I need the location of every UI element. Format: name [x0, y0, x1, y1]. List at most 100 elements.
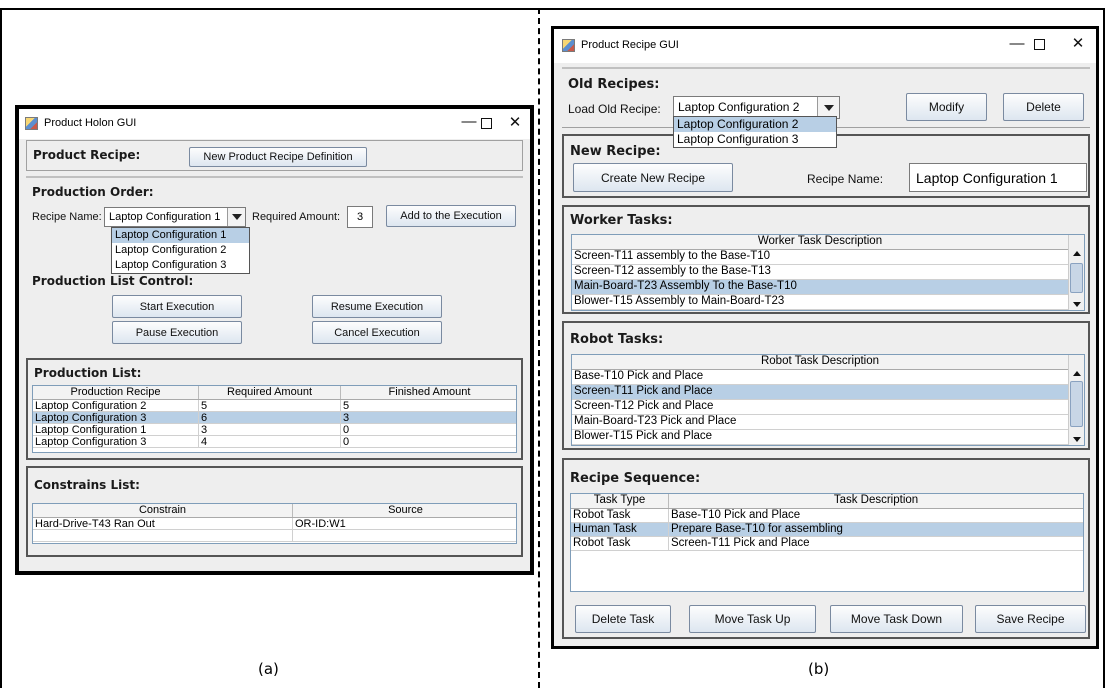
table-row[interactable]: Screen-T12 Pick and Place: [572, 400, 1068, 415]
add-to-execution-button[interactable]: Add to the Execution: [386, 205, 516, 227]
title-bar: Product Recipe GUI — ✕: [554, 29, 1096, 63]
minimize-icon[interactable]: —: [1007, 35, 1027, 52]
recipe-option[interactable]: Laptop Configuration 3: [112, 258, 249, 273]
scroll-down-icon[interactable]: [1069, 298, 1084, 310]
move-task-down-button[interactable]: Move Task Down: [830, 605, 963, 633]
cell-source: [293, 530, 516, 541]
cell-finished: 3: [341, 412, 516, 423]
table-row[interactable]: Main-Board-T23 Pick and Place: [572, 415, 1068, 430]
cell-required: 6: [199, 412, 341, 423]
old-recipe-option[interactable]: Laptop Configuration 3: [674, 132, 836, 147]
production-list-table[interactable]: Production Recipe Required Amount Finish…: [32, 385, 517, 453]
worker-tasks-table[interactable]: Worker Task Description Screen-T11 assem…: [571, 234, 1085, 311]
column-header[interactable]: Production Recipe: [33, 386, 199, 399]
worker-task-cell: Blower-T15 Assembly to Main-Board-T23: [574, 295, 785, 307]
worker-task-cell: Screen-T12 assembly to the Base-T13: [574, 265, 771, 277]
table-row[interactable]: Laptop Configuration 2 5 5: [33, 400, 516, 412]
robot-tasks-table[interactable]: Robot Task Description Base-T10 Pick and…: [571, 354, 1085, 446]
column-header[interactable]: Task Type: [571, 494, 669, 508]
robot-task-cell: Base-T10 Pick and Place: [574, 370, 704, 382]
resume-execution-button[interactable]: Resume Execution: [312, 295, 442, 318]
recipe-sequence-title: Recipe Sequence:: [570, 471, 701, 486]
maximize-icon[interactable]: [481, 118, 492, 129]
pause-execution-button[interactable]: Pause Execution: [112, 321, 242, 344]
table-header: Task Type Task Description: [571, 494, 1083, 509]
table-row[interactable]: Blower-T15 Assembly to Main-Board-T23: [572, 295, 1068, 310]
product-recipe-window: Product Recipe GUI — ✕ Old Recipes: Load…: [551, 26, 1099, 649]
start-execution-button[interactable]: Start Execution: [112, 295, 242, 318]
scroll-thumb[interactable]: [1070, 263, 1083, 293]
delete-button[interactable]: Delete: [1003, 93, 1084, 121]
column-header[interactable]: Robot Task Description: [572, 355, 1068, 369]
maximize-icon[interactable]: [1034, 39, 1045, 50]
cancel-execution-button[interactable]: Cancel Execution: [312, 321, 442, 344]
table-row[interactable]: Base-T10 Pick and Place: [572, 370, 1068, 385]
table-row[interactable]: Hard-Drive-T43 Ran Out OR-ID:W1: [33, 518, 516, 530]
table-row[interactable]: Screen-T11 assembly to the Base-T10: [572, 250, 1068, 265]
constraints-table[interactable]: Constrain Source Hard-Drive-T43 Ran Out …: [32, 503, 517, 544]
create-new-recipe-button[interactable]: Create New Recipe: [573, 163, 733, 192]
scroll-up-icon[interactable]: [1069, 367, 1084, 379]
delete-task-button[interactable]: Delete Task: [575, 605, 671, 633]
cell-recipe: Laptop Configuration 2: [33, 400, 199, 411]
robot-task-cell: Screen-T12 Pick and Place: [574, 400, 714, 412]
task-type-cell: Robot Task: [571, 509, 669, 522]
robot-task-cell: Screen-T11 Pick and Place: [574, 385, 713, 397]
worker-tasks-title: Worker Tasks:: [570, 213, 673, 228]
save-recipe-button[interactable]: Save Recipe: [975, 605, 1086, 633]
column-header[interactable]: Constrain: [33, 504, 293, 517]
column-header[interactable]: Finished Amount: [341, 386, 516, 399]
move-task-up-button[interactable]: Move Task Up: [689, 605, 816, 633]
production-list-title: Production List:: [34, 366, 142, 380]
scrollbar[interactable]: [1068, 235, 1084, 310]
scroll-up-icon[interactable]: [1069, 247, 1084, 259]
table-header: Constrain Source: [33, 504, 516, 518]
recipe-sequence-table[interactable]: Task Type Task Description Robot Task Ba…: [570, 493, 1084, 592]
required-amount-field[interactable]: 3: [347, 206, 373, 228]
production-list-control-title: Production List Control:: [32, 274, 194, 288]
table-row[interactable]: Main-Board-T23 Assembly To the Base-T10: [572, 280, 1068, 295]
column-header[interactable]: Required Amount: [199, 386, 341, 399]
column-header[interactable]: Source: [293, 504, 516, 517]
table-row[interactable]: Blower-T15 Pick and Place: [572, 430, 1068, 445]
close-icon[interactable]: ✕: [1068, 34, 1088, 52]
table-row[interactable]: Laptop Configuration 3 4 0: [33, 436, 516, 448]
modify-button[interactable]: Modify: [906, 93, 987, 121]
caption-b: (b): [808, 660, 830, 678]
recipe-name-field[interactable]: Laptop Configuration 1: [909, 163, 1087, 192]
task-type-cell: Human Task: [571, 523, 669, 536]
table-row[interactable]: Laptop Configuration 1 3 0: [33, 424, 516, 436]
product-holon-window: Product Holon GUI — ✕ Product Recipe: Ne…: [15, 105, 534, 575]
minimize-icon[interactable]: —: [459, 113, 479, 130]
recipe-option[interactable]: Laptop Configuration 1: [112, 228, 249, 243]
cell-finished: 5: [341, 400, 516, 411]
new-product-recipe-button[interactable]: New Product Recipe Definition: [189, 147, 367, 167]
recipe-option[interactable]: Laptop Configuration 2: [112, 243, 249, 258]
table-row[interactable]: [33, 530, 516, 542]
scroll-thumb[interactable]: [1070, 381, 1083, 427]
cell-finished: 0: [341, 424, 516, 435]
table-row[interactable]: Laptop Configuration 3 6 3: [33, 412, 516, 424]
product-recipe-panel: Product Recipe: New Product Recipe Defin…: [26, 140, 523, 171]
chevron-down-icon[interactable]: [227, 208, 245, 226]
robot-tasks-title: Robot Tasks:: [570, 332, 664, 347]
table-row[interactable]: Human Task Prepare Base-T10 for assembli…: [571, 523, 1083, 537]
table-row[interactable]: Screen-T11 Pick and Place: [572, 385, 1068, 400]
production-list-panel: Production List: Production Recipe Requi…: [26, 358, 523, 460]
table-row[interactable]: Robot Task Base-T10 Pick and Place: [571, 509, 1083, 523]
load-old-recipe-label: Load Old Recipe:: [568, 102, 661, 116]
robot-tasks-panel: Robot Tasks: Robot Task Description Base…: [562, 321, 1090, 450]
cell-required: 3: [199, 424, 341, 435]
table-header: Production Recipe Required Amount Finish…: [33, 386, 516, 400]
scrollbar[interactable]: [1068, 355, 1084, 445]
close-icon[interactable]: ✕: [505, 113, 525, 131]
old-recipe-option[interactable]: Laptop Configuration 2: [674, 117, 836, 132]
recipe-name-combobox[interactable]: Laptop Configuration 1: [104, 207, 246, 227]
table-row[interactable]: Screen-T12 assembly to the Base-T13: [572, 265, 1068, 280]
column-header[interactable]: Task Description: [669, 494, 1083, 508]
chevron-down-icon[interactable]: [817, 97, 839, 118]
scroll-down-icon[interactable]: [1069, 433, 1084, 445]
column-header[interactable]: Worker Task Description: [572, 235, 1068, 249]
task-description-cell: Screen-T11 Pick and Place: [671, 537, 810, 549]
table-row[interactable]: Robot Task Screen-T11 Pick and Place: [571, 537, 1083, 551]
